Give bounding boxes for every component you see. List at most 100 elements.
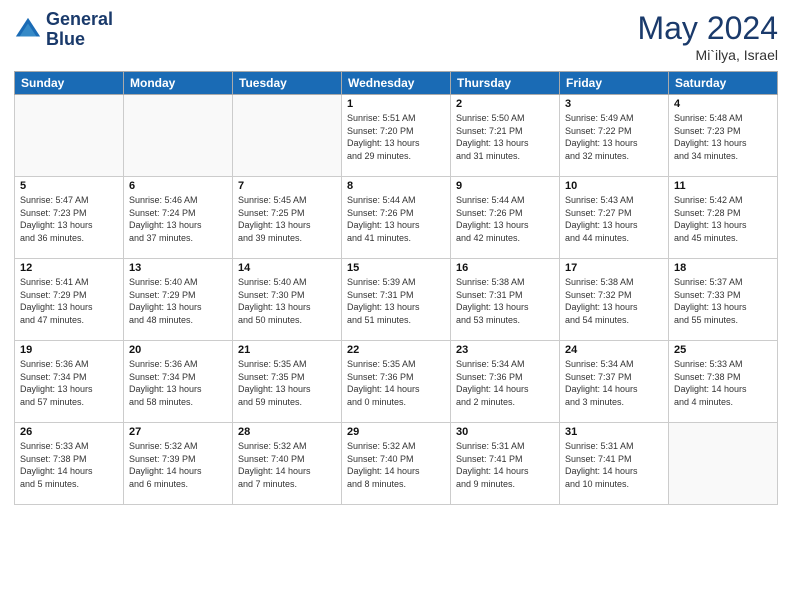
day-of-week-header: Monday — [124, 72, 233, 95]
day-info: Sunrise: 5:33 AM Sunset: 7:38 PM Dayligh… — [20, 440, 118, 490]
day-number: 3 — [565, 98, 663, 110]
day-of-week-header: Saturday — [669, 72, 778, 95]
day-number: 12 — [20, 262, 118, 274]
day-of-week-header: Thursday — [451, 72, 560, 95]
day-number: 7 — [238, 180, 336, 192]
day-info: Sunrise: 5:31 AM Sunset: 7:41 PM Dayligh… — [456, 440, 554, 490]
day-info: Sunrise: 5:37 AM Sunset: 7:33 PM Dayligh… — [674, 276, 772, 326]
calendar-day-cell — [124, 95, 233, 177]
calendar-week-row: 1Sunrise: 5:51 AM Sunset: 7:20 PM Daylig… — [15, 95, 778, 177]
day-number: 20 — [129, 344, 227, 356]
day-number: 31 — [565, 426, 663, 438]
day-info: Sunrise: 5:39 AM Sunset: 7:31 PM Dayligh… — [347, 276, 445, 326]
logo-text: General Blue — [46, 10, 113, 50]
day-info: Sunrise: 5:35 AM Sunset: 7:35 PM Dayligh… — [238, 358, 336, 408]
page: General Blue May 2024 Mi`ilya, Israel Su… — [0, 0, 792, 612]
calendar-day-cell: 20 Sunrise: 5:36 AM Sunset: 7:34 PM Dayli… — [124, 341, 233, 423]
header: General Blue May 2024 Mi`ilya, Israel — [14, 10, 778, 63]
calendar-day-cell: 18 Sunrise: 5:37 AM Sunset: 7:33 PM Dayli… — [669, 259, 778, 341]
calendar-day-cell: 26 Sunrise: 5:33 AM Sunset: 7:38 PM Dayli… — [15, 423, 124, 505]
calendar-day-cell: 29 Sunrise: 5:32 AM Sunset: 7:40 PM Dayli… — [342, 423, 451, 505]
day-number: 9 — [456, 180, 554, 192]
calendar-day-cell: 22 Sunrise: 5:35 AM Sunset: 7:36 PM Dayli… — [342, 341, 451, 423]
calendar-week-row: 5 Sunrise: 5:47 AM Sunset: 7:23 PM Daylig… — [15, 177, 778, 259]
calendar-day-cell: 14 Sunrise: 5:40 AM Sunset: 7:30 PM Dayli… — [233, 259, 342, 341]
title-block: May 2024 Mi`ilya, Israel — [637, 10, 778, 63]
day-info: Sunrise: 5:34 AM Sunset: 7:36 PM Dayligh… — [456, 358, 554, 408]
day-number: 18 — [674, 262, 772, 274]
day-number: 30 — [456, 426, 554, 438]
day-number: 25 — [674, 344, 772, 356]
day-number: 11 — [674, 180, 772, 192]
day-number: 6 — [129, 180, 227, 192]
calendar-day-cell: 2 Sunrise: 5:50 AM Sunset: 7:21 PM Daylig… — [451, 95, 560, 177]
day-number: 24 — [565, 344, 663, 356]
day-info: Sunrise: 5:51 AM Sunset: 7:20 PM Dayligh… — [347, 112, 445, 162]
day-info: Sunrise: 5:32 AM Sunset: 7:40 PM Dayligh… — [238, 440, 336, 490]
calendar-week-row: 19 Sunrise: 5:36 AM Sunset: 7:34 PM Dayli… — [15, 341, 778, 423]
day-of-week-header: Friday — [560, 72, 669, 95]
calendar-day-cell: 1Sunrise: 5:51 AM Sunset: 7:20 PM Daylig… — [342, 95, 451, 177]
calendar-day-cell: 24 Sunrise: 5:34 AM Sunset: 7:37 PM Dayli… — [560, 341, 669, 423]
day-number: 8 — [347, 180, 445, 192]
calendar-day-cell: 11 Sunrise: 5:42 AM Sunset: 7:28 PM Dayli… — [669, 177, 778, 259]
day-number: 21 — [238, 344, 336, 356]
day-info: Sunrise: 5:47 AM Sunset: 7:23 PM Dayligh… — [20, 194, 118, 244]
logo-icon — [14, 16, 42, 44]
calendar-day-cell: 9 Sunrise: 5:44 AM Sunset: 7:26 PM Daylig… — [451, 177, 560, 259]
day-info: Sunrise: 5:40 AM Sunset: 7:30 PM Dayligh… — [238, 276, 336, 326]
day-number: 22 — [347, 344, 445, 356]
calendar-day-cell: 19 Sunrise: 5:36 AM Sunset: 7:34 PM Dayli… — [15, 341, 124, 423]
day-number: 15 — [347, 262, 445, 274]
day-info: Sunrise: 5:36 AM Sunset: 7:34 PM Dayligh… — [20, 358, 118, 408]
day-info: Sunrise: 5:32 AM Sunset: 7:40 PM Dayligh… — [347, 440, 445, 490]
day-of-week-header: Sunday — [15, 72, 124, 95]
day-number: 14 — [238, 262, 336, 274]
calendar-day-cell: 4 Sunrise: 5:48 AM Sunset: 7:23 PM Daylig… — [669, 95, 778, 177]
day-info: Sunrise: 5:50 AM Sunset: 7:21 PM Dayligh… — [456, 112, 554, 162]
day-info: Sunrise: 5:48 AM Sunset: 7:23 PM Dayligh… — [674, 112, 772, 162]
day-number: 19 — [20, 344, 118, 356]
calendar-day-cell: 16Sunrise: 5:38 AM Sunset: 7:31 PM Dayli… — [451, 259, 560, 341]
calendar-day-cell: 7 Sunrise: 5:45 AM Sunset: 7:25 PM Daylig… — [233, 177, 342, 259]
day-info: Sunrise: 5:44 AM Sunset: 7:26 PM Dayligh… — [456, 194, 554, 244]
month-title: May 2024 — [637, 10, 778, 47]
day-number: 5 — [20, 180, 118, 192]
day-of-week-header: Wednesday — [342, 72, 451, 95]
day-number: 10 — [565, 180, 663, 192]
calendar-day-cell: 17Sunrise: 5:38 AM Sunset: 7:32 PM Dayli… — [560, 259, 669, 341]
calendar-day-cell: 6Sunrise: 5:46 AM Sunset: 7:24 PM Daylig… — [124, 177, 233, 259]
calendar-day-cell: 27Sunrise: 5:32 AM Sunset: 7:39 PM Dayli… — [124, 423, 233, 505]
logo: General Blue — [14, 10, 113, 50]
day-of-week-header: Tuesday — [233, 72, 342, 95]
day-info: Sunrise: 5:44 AM Sunset: 7:26 PM Dayligh… — [347, 194, 445, 244]
calendar-week-row: 12Sunrise: 5:41 AM Sunset: 7:29 PM Dayli… — [15, 259, 778, 341]
calendar-day-cell: 31 Sunrise: 5:31 AM Sunset: 7:41 PM Dayli… — [560, 423, 669, 505]
day-number: 26 — [20, 426, 118, 438]
calendar-day-cell — [15, 95, 124, 177]
day-info: Sunrise: 5:31 AM Sunset: 7:41 PM Dayligh… — [565, 440, 663, 490]
day-number: 28 — [238, 426, 336, 438]
calendar-day-cell: 15 Sunrise: 5:39 AM Sunset: 7:31 PM Dayli… — [342, 259, 451, 341]
day-info: Sunrise: 5:42 AM Sunset: 7:28 PM Dayligh… — [674, 194, 772, 244]
calendar-header-row: SundayMondayTuesdayWednesdayThursdayFrid… — [15, 72, 778, 95]
calendar-week-row: 26 Sunrise: 5:33 AM Sunset: 7:38 PM Dayli… — [15, 423, 778, 505]
day-number: 29 — [347, 426, 445, 438]
calendar-day-cell: 5 Sunrise: 5:47 AM Sunset: 7:23 PM Daylig… — [15, 177, 124, 259]
day-info: Sunrise: 5:49 AM Sunset: 7:22 PM Dayligh… — [565, 112, 663, 162]
day-number: 13 — [129, 262, 227, 274]
day-number: 16 — [456, 262, 554, 274]
calendar-day-cell — [233, 95, 342, 177]
location: Mi`ilya, Israel — [637, 47, 778, 63]
day-info: Sunrise: 5:45 AM Sunset: 7:25 PM Dayligh… — [238, 194, 336, 244]
day-info: Sunrise: 5:40 AM Sunset: 7:29 PM Dayligh… — [129, 276, 227, 326]
day-info: Sunrise: 5:34 AM Sunset: 7:37 PM Dayligh… — [565, 358, 663, 408]
day-info: Sunrise: 5:32 AM Sunset: 7:39 PM Dayligh… — [129, 440, 227, 490]
day-number: 2 — [456, 98, 554, 110]
day-info: Sunrise: 5:35 AM Sunset: 7:36 PM Dayligh… — [347, 358, 445, 408]
calendar-day-cell: 28 Sunrise: 5:32 AM Sunset: 7:40 PM Dayli… — [233, 423, 342, 505]
calendar-day-cell: 25Sunrise: 5:33 AM Sunset: 7:38 PM Dayli… — [669, 341, 778, 423]
day-info: Sunrise: 5:36 AM Sunset: 7:34 PM Dayligh… — [129, 358, 227, 408]
calendar-day-cell — [669, 423, 778, 505]
day-number: 4 — [674, 98, 772, 110]
